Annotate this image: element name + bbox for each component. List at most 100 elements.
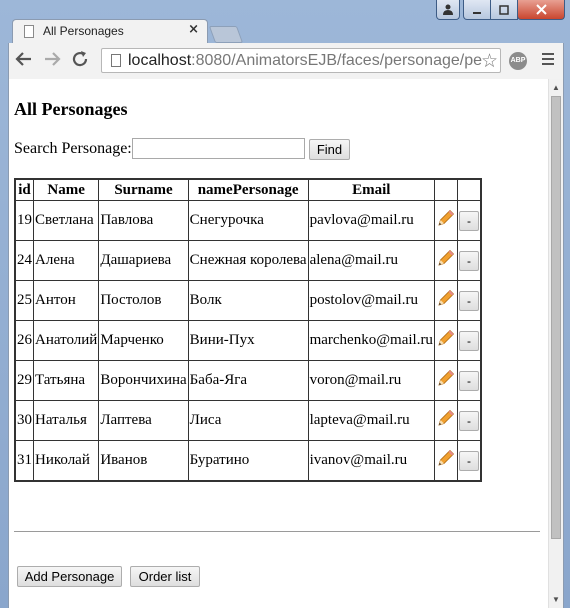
scroll-down-arrow-icon[interactable]: ▼ [549,593,563,607]
cell-id: 29 [14,360,34,401]
cell-edit [433,200,458,241]
cell-delete: - [456,200,482,241]
pencil-icon[interactable] [436,449,456,472]
page-icon [111,54,121,67]
order-list-button[interactable]: Order list [130,566,200,587]
pencil-icon[interactable] [436,409,456,432]
bookmark-star-icon[interactable]: ☆ [481,50,498,72]
table-row: 29 Татьяна Ворончихина Баба-Яга voron@mail.r… [14,360,482,401]
table-row: 24 Алена Дашариева Снежная королева alena@ma… [14,240,482,281]
maximize-button[interactable] [490,0,518,20]
header-surname: Surname [98,178,189,201]
window-close-button[interactable] [517,0,565,20]
pencil-icon[interactable] [436,209,456,232]
cell-email: alena@mail.ru [307,240,435,281]
tab-close-icon[interactable]: × [188,22,199,37]
page-viewport: All Personages Search Personage: Find id… [8,79,564,608]
cell-delete: - [456,400,482,441]
header-id: id [14,178,34,201]
header-email: Email [307,178,435,201]
browser-tab[interactable]: All Personages × [12,19,208,43]
cell-email: ivanov@mail.ru [307,440,435,482]
cell-name-personage: Вини-Пух [187,320,309,361]
cell-name: Николай [32,440,100,482]
browser-window: All Personages × localhost:8080/Animator… [0,0,570,608]
cell-surname: Марченко [98,320,189,361]
cell-surname: Иванов [98,440,189,482]
pencil-icon[interactable] [436,289,456,312]
vertical-scrollbar[interactable]: ▲ ▼ [548,79,563,608]
search-input[interactable] [132,138,305,159]
cell-id: 30 [14,400,34,441]
delete-button[interactable]: - [458,250,479,271]
pencil-icon[interactable] [436,329,456,352]
delete-button[interactable]: - [458,410,479,431]
page-icon [24,25,34,38]
cell-name: Татьяна [32,360,100,401]
table-row: 30 Наталья Лаптева Лиса lapteva@mail.ru - [14,400,482,441]
cell-name: Антон [32,280,100,321]
cell-delete: - [456,280,482,321]
minimize-button[interactable] [463,0,491,20]
cell-email: lapteva@mail.ru [307,400,435,441]
url-path: :8080/AnimatorsEJB/faces/personage/pe [191,52,482,69]
table-row: 19 Светлана Павлова Снегурочка pavlova@mail.… [14,200,482,241]
cell-name: Светлана [32,200,100,241]
cell-edit [433,360,458,401]
scroll-up-arrow-icon[interactable]: ▲ [549,81,563,95]
cell-edit [433,440,458,482]
cell-edit [433,400,458,441]
back-arrow-icon[interactable] [15,50,33,72]
delete-button[interactable]: - [458,450,479,471]
add-personage-button[interactable]: Add Personage [17,566,122,587]
delete-button[interactable]: - [458,330,479,351]
pencil-icon[interactable] [436,249,456,272]
cell-email: pavlova@mail.ru [307,200,435,241]
url-text[interactable]: localhost:8080/AnimatorsEJB/faces/person… [128,52,482,70]
cell-surname: Постолов [98,280,189,321]
cell-id: 25 [14,280,34,321]
browser-toolbar: localhost:8080/AnimatorsEJB/faces/person… [8,43,564,79]
table-header-row: id Name Surname namePersonage Email [14,178,482,201]
cell-name-personage: Волк [187,280,309,321]
address-bar[interactable]: localhost:8080/AnimatorsEJB/faces/person… [101,48,501,73]
cell-name-personage: Баба-Яга [187,360,309,401]
cell-name-personage: Снегурочка [187,200,309,241]
cell-id: 24 [14,240,34,281]
scrollbar-thumb[interactable] [551,96,561,539]
find-button[interactable]: Find [309,139,350,160]
header-delete [456,178,482,201]
cell-email: voron@mail.ru [307,360,435,401]
cell-edit [433,240,458,281]
cell-surname: Павлова [98,200,189,241]
header-name-personage: namePersonage [187,178,309,201]
pencil-icon[interactable] [436,369,456,392]
cell-id: 31 [14,440,34,482]
cell-id: 19 [14,200,34,241]
cell-name-personage: Буратино [187,440,309,482]
cell-delete: - [456,360,482,401]
reload-icon[interactable] [71,50,89,72]
tab-title: All Personages [43,24,124,38]
cell-edit [433,280,458,321]
delete-button[interactable]: - [458,370,479,391]
cell-delete: - [456,440,482,482]
forward-arrow-icon[interactable] [43,50,61,72]
user-profile-button[interactable] [436,0,460,20]
cell-delete: - [456,240,482,281]
personages-table: id Name Surname namePersonage Email 19 Св… [14,178,482,482]
table-row: 26 Анатолий Марченко Вини-Пух marchenko@mail… [14,320,482,361]
delete-button[interactable]: - [458,290,479,311]
delete-button[interactable]: - [458,210,479,231]
page-title: All Personages [14,99,128,119]
cell-email: postolov@mail.ru [307,280,435,321]
cell-email: marchenko@mail.ru [307,320,435,361]
new-tab-button[interactable] [208,26,244,43]
adblock-icon[interactable]: ABP [509,52,527,70]
header-edit [433,178,458,201]
cell-id: 26 [14,320,34,361]
menu-icon[interactable] [542,53,554,68]
cell-surname: Лаптева [98,400,189,441]
url-host: localhost [128,52,192,69]
cell-delete: - [456,320,482,361]
